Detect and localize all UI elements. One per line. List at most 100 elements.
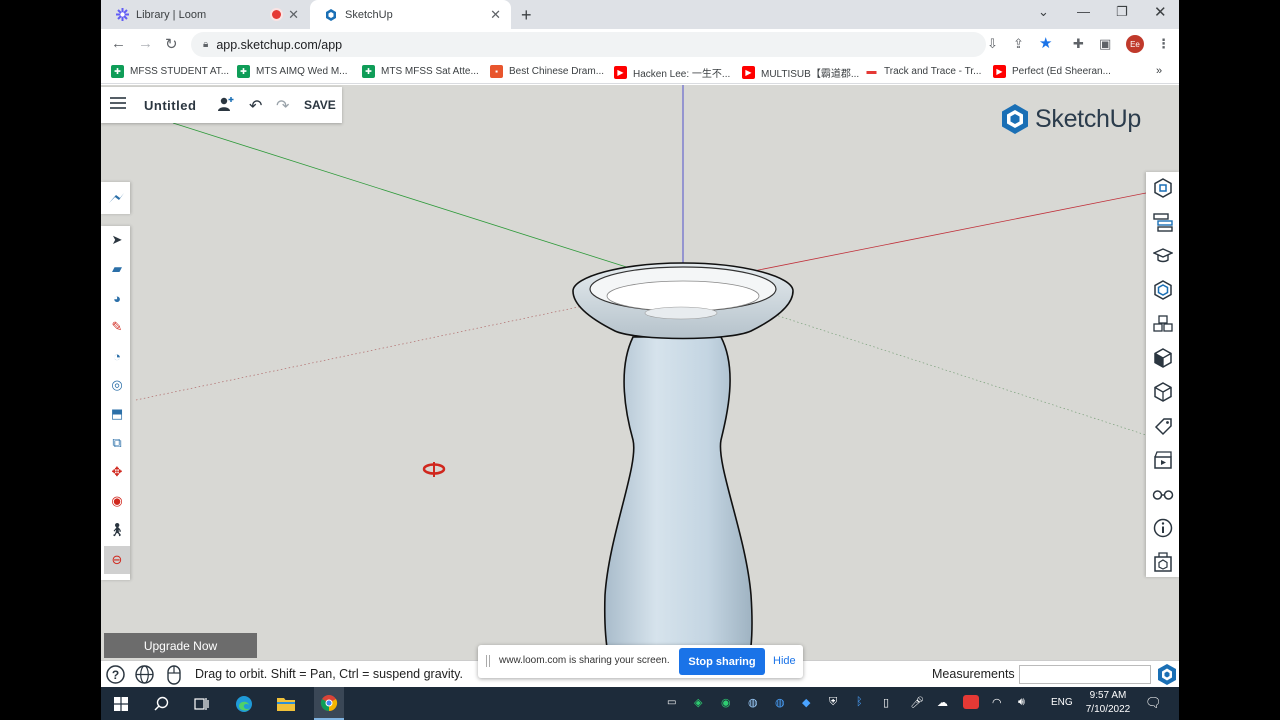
offset-tool[interactable]: ⧉ [104, 429, 130, 457]
outliner-button[interactable] [1151, 210, 1175, 234]
display-button[interactable] [1151, 482, 1175, 506]
pencil-tool[interactable]: ✎ [104, 313, 130, 341]
scenes-button[interactable] [1151, 448, 1175, 472]
tray-app-icon[interactable]: ◍ [775, 696, 785, 709]
chrome-taskbar-icon[interactable] [314, 687, 344, 720]
upgrade-now-button[interactable]: Upgrade Now [104, 633, 257, 658]
profile-avatar[interactable]: Ee [1126, 35, 1144, 53]
tab-strip: Library | Loom ✕ SketchUp ✕ + ⌄ — ❐ ✕ [101, 0, 1179, 29]
scene-canvas[interactable] [101, 85, 1179, 660]
menu-icon[interactable]: ⋮ [1157, 36, 1170, 52]
components-button[interactable] [1151, 278, 1175, 302]
clock[interactable]: 9:57 AM 7/10/2022 [1073, 689, 1143, 717]
install-app-icon[interactable]: ⇩ [987, 36, 998, 52]
back-icon[interactable]: ← [111, 35, 126, 52]
styles-button[interactable] [1151, 346, 1175, 370]
drag-handle-icon[interactable] [486, 655, 490, 667]
circle-tool[interactable]: ◎ [104, 371, 130, 399]
add-collaborator-icon[interactable] [218, 96, 234, 117]
select-tool[interactable]: ➤ [104, 226, 130, 254]
bookmark-item[interactable]: ✚ MFSS STUDENT AT... [111, 65, 229, 78]
bookmark-item[interactable]: ▪ Best Chinese Dram... [490, 65, 604, 78]
forward-icon[interactable]: → [138, 35, 153, 52]
address-bar[interactable]: 🔒︎ app.sketchup.com/app [191, 32, 986, 57]
bluetooth-icon[interactable]: ᛒ [856, 696, 863, 708]
sheets-icon: ✚ [362, 65, 375, 78]
close-window-icon[interactable]: ✕ [1154, 3, 1167, 21]
more-bookmarks-icon[interactable]: » [1156, 65, 1162, 77]
restore-icon[interactable]: ❐ [1116, 4, 1128, 20]
windows-start-icon[interactable] [109, 687, 133, 720]
bookmark-star-icon[interactable]: ★ [1039, 34, 1052, 52]
model-info-button[interactable] [1151, 516, 1175, 540]
undo-icon[interactable]: ↶ [249, 96, 262, 116]
eraser-tool[interactable]: ▰ [104, 255, 130, 283]
model-title[interactable]: Untitled [144, 98, 196, 113]
cloud-icon[interactable]: ☁ [937, 696, 948, 709]
arc-tool[interactable]: ◔ [104, 342, 130, 370]
notifications-icon[interactable]: 🗨︎ [1145, 695, 1162, 711]
bookmark-item[interactable]: ▶ MULTISUB【霸道郡... [742, 65, 859, 80]
tray-app-icon[interactable]: ▭ [667, 697, 676, 708]
security-icon[interactable]: ⛨ [829, 696, 837, 709]
recording-tray-icon[interactable] [963, 695, 979, 709]
close-tab-icon[interactable]: ✕ [288, 7, 299, 23]
share-icon[interactable]: ⇪ [1013, 36, 1024, 52]
sketchup-status-logo-icon[interactable] [1157, 664, 1177, 687]
bookmark-item[interactable]: ✚ MTS AIMQ Wed M... [237, 65, 348, 78]
search-icon[interactable] [149, 687, 173, 720]
file-explorer-icon[interactable] [274, 687, 298, 720]
tape-measure-tool[interactable]: ◉ [104, 487, 130, 515]
hide-link[interactable]: Hide [773, 655, 796, 667]
circle-icon: ◎ [111, 377, 123, 392]
new-tab-icon[interactable]: + [521, 5, 532, 26]
side-panel-icon[interactable]: ▣ [1099, 36, 1111, 52]
entity-info-button[interactable] [1151, 176, 1175, 200]
modeling-viewport[interactable]: Untitled ↶ ↷ SAVE SketchUp ➤ ▰ ◕ ✎ ◔ ◎ ⬒… [101, 85, 1179, 660]
tray-app-icon[interactable]: ◍ [748, 696, 758, 709]
tag-button[interactable] [1151, 414, 1175, 438]
push-pull-tool[interactable]: ⬒ [104, 400, 130, 428]
close-tab-icon[interactable]: ✕ [490, 7, 501, 23]
materials-button[interactable] [1151, 312, 1175, 336]
minimize-icon[interactable]: — [1077, 4, 1090, 19]
tab-sketchup[interactable]: SketchUp ✕ [310, 0, 511, 29]
windows-taskbar: ▭ ◈ ◉ ◍ ◍ ◆ ⛨ ᛒ ▯ 🎤︎ ☁ ◠ 🔊︎ ENG ✒ 9:57 A… [101, 687, 1179, 720]
move-tool[interactable]: ✥ [104, 458, 130, 486]
reload-icon[interactable]: ↻ [165, 35, 178, 53]
tab-search-icon[interactable]: ⌄ [1038, 4, 1049, 20]
volume-icon[interactable]: 🔊︎ [1018, 696, 1025, 709]
pin-toolbar-button[interactable] [101, 182, 130, 214]
measurements-input[interactable] [1019, 665, 1151, 684]
youtube-icon: ▶ [614, 66, 627, 79]
task-view-icon[interactable] [189, 687, 213, 720]
tray-app-icon[interactable]: ◉ [721, 696, 731, 709]
globe-icon[interactable] [135, 665, 154, 687]
redo-icon[interactable]: ↷ [276, 96, 289, 116]
microphone-icon[interactable]: 🎤︎ [910, 696, 924, 709]
usb-icon[interactable]: ▯ [883, 696, 889, 709]
orbit-tool[interactable]: ⊖ [104, 546, 130, 574]
wifi-icon[interactable]: ◠ [992, 696, 1002, 709]
youtube-icon: ▶ [742, 66, 755, 79]
walk-tool[interactable]: 🚶︎ [104, 516, 130, 544]
stop-sharing-button[interactable]: Stop sharing [679, 648, 765, 675]
tray-app-icon[interactable]: ◈ [694, 696, 702, 709]
solid-inspector-button[interactable] [1151, 550, 1175, 574]
tray-app-icon[interactable]: ◆ [802, 696, 810, 709]
instructor-button[interactable] [1151, 244, 1175, 268]
hamburger-menu-icon[interactable] [110, 96, 126, 115]
extensions-icon[interactable]: ✚ [1073, 36, 1084, 52]
language-indicator[interactable]: ENG [1051, 697, 1073, 708]
help-icon[interactable]: ? [106, 665, 125, 687]
bookmark-item[interactable]: ✚ MTS MFSS Sat Atte... [362, 65, 479, 78]
bookmark-item[interactable]: ▶ Hacken Lee: 一生不... [614, 65, 730, 80]
tab-loom[interactable]: Library | Loom ✕ [101, 0, 309, 29]
paint-tool[interactable]: ◕ [104, 284, 130, 312]
tags-button[interactable] [1151, 380, 1175, 404]
save-button[interactable]: SAVE [304, 98, 336, 112]
bookmark-item[interactable]: ▬ Track and Trace - Tr... [865, 65, 982, 78]
sketchup-brand: SketchUp [1001, 104, 1141, 134]
bookmark-item[interactable]: ▶ Perfect (Ed Sheeran... [993, 65, 1111, 78]
edge-icon[interactable] [232, 687, 256, 720]
